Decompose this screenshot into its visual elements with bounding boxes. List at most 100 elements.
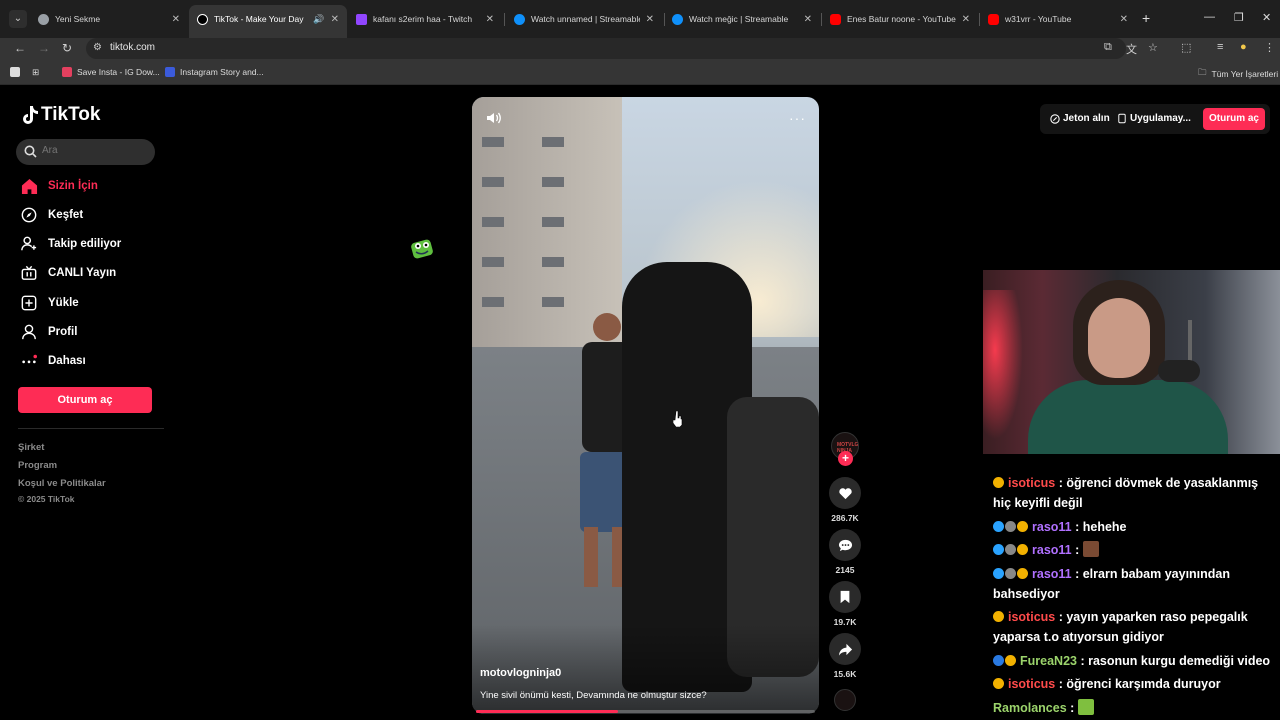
bookmark-instagram-story[interactable]: Instagram Story and...	[165, 67, 264, 77]
chat-badges	[993, 651, 1017, 671]
chat-badge-icon	[1017, 544, 1028, 555]
tab-streamable-1[interactable]: Watch unnamed | Streamable ✕	[506, 6, 662, 32]
chat-text: yaparsa t.o atıyorsun gidiyor	[993, 630, 1164, 644]
close-window-button[interactable]: ✕	[1262, 11, 1271, 24]
sidebar-item-following[interactable]: Takip ediliyor	[20, 235, 121, 253]
close-tab-icon[interactable]: ✕	[646, 14, 654, 25]
video-more-options-icon[interactable]: ···	[789, 110, 806, 126]
chat-badges	[993, 540, 1029, 560]
site-info-icon[interactable]: ⚙	[93, 42, 102, 53]
tab-youtube-1[interactable]: Enes Batur noone - YouTube ✕	[822, 6, 978, 32]
chat-badge-icon	[993, 611, 1004, 622]
close-tab-icon[interactable]: ✕	[331, 14, 339, 25]
chat-username[interactable]: isoticus	[1008, 677, 1055, 691]
sidebar-item-profile[interactable]: Profil	[20, 323, 77, 341]
all-bookmarks[interactable]: 🗀 Tüm Yer İşaretleri	[1198, 67, 1278, 81]
bookmark-star-icon[interactable]: ☆	[1148, 41, 1158, 54]
stream-chat: isoticus : öğrenci dövmek de yasaklanmış…	[983, 476, 1280, 720]
chat-username[interactable]: raso11	[1032, 567, 1072, 581]
extensions-icon[interactable]: ⬚	[1181, 41, 1191, 54]
sidebar-item-more[interactable]: Dahası	[20, 352, 86, 370]
chat-emote-icon	[1082, 541, 1099, 557]
chat-badge-icon	[1005, 521, 1016, 532]
chat-username[interactable]: Ramolances	[993, 701, 1067, 715]
close-tab-icon[interactable]: ✕	[172, 14, 180, 25]
browser-menu-icon[interactable]: ⋮	[1264, 41, 1275, 54]
like-button[interactable]	[829, 477, 861, 509]
sidebar-item-live[interactable]: CANLI Yayın	[20, 264, 116, 282]
chat-separator: :	[1055, 610, 1067, 624]
translate-icon[interactable]: 文	[1126, 41, 1137, 57]
tab-twitch[interactable]: kafanı s2erim haa - Twitch ✕	[348, 6, 502, 32]
restore-button[interactable]: ❐	[1234, 11, 1244, 24]
save-button[interactable]	[829, 581, 861, 613]
bookmark-save-insta[interactable]: Save Insta - IG Dow...	[62, 67, 160, 77]
streamer-webcam	[983, 270, 1280, 454]
close-tab-icon[interactable]: ✕	[804, 14, 812, 25]
streamable-icon	[672, 13, 683, 25]
reload-button[interactable]: ↻	[62, 41, 72, 55]
sidebar-item-upload[interactable]: Yükle	[20, 294, 79, 312]
speaker-icon[interactable]: 🔊	[313, 14, 324, 25]
tab-search-button[interactable]: ⌄	[9, 10, 27, 28]
music-disc-icon[interactable]	[834, 689, 856, 711]
chat-text: öğrenci karşımda duruyor	[1066, 677, 1221, 691]
media-control-icon[interactable]: ≡	[1217, 41, 1223, 53]
volume-icon[interactable]	[486, 110, 502, 126]
chat-message: raso11 :	[993, 540, 1280, 560]
new-tab-button[interactable]: +	[1142, 10, 1150, 26]
tab-new-tab[interactable]: Yeni Sekme ✕	[30, 6, 188, 32]
chat-username[interactable]: isoticus	[1008, 476, 1055, 490]
comment-button[interactable]	[829, 529, 861, 561]
youtube-icon	[988, 13, 999, 25]
profile-avatar-icon[interactable]: ●	[1240, 41, 1247, 53]
tiktok-logo[interactable]: TikTok	[21, 104, 100, 126]
login-button-top[interactable]: Oturum aç	[1203, 108, 1265, 130]
coin-icon	[1050, 113, 1060, 124]
chat-username[interactable]: raso11	[1032, 543, 1072, 557]
chat-message: isoticus : yayın yaparken raso pepegalık	[993, 607, 1280, 627]
apps-icon[interactable]	[10, 67, 20, 77]
video-player[interactable]	[472, 97, 819, 714]
chat-username[interactable]: raso11	[1032, 520, 1072, 534]
tab-streamable-2[interactable]: Watch meğic | Streamable ✕	[664, 6, 820, 32]
search-box[interactable]	[16, 139, 155, 165]
tab-tiktok[interactable]: TikTok - Make Your Day 🔊 ✕	[189, 5, 347, 38]
comment-icon	[838, 539, 852, 551]
video-author[interactable]: motovlogninja0	[480, 667, 561, 679]
grid-icon[interactable]: ⊞	[32, 67, 39, 78]
search-input[interactable]	[42, 145, 142, 156]
chat-badge-icon	[993, 477, 1004, 488]
tab-youtube-2[interactable]: w31vrr - YouTube ✕	[980, 6, 1136, 32]
footer-link-program[interactable]: Program	[18, 460, 57, 471]
close-tab-icon[interactable]: ✕	[486, 14, 494, 25]
chat-badge-icon	[1017, 521, 1028, 532]
follow-button[interactable]: +	[838, 451, 853, 466]
save-insta-icon	[62, 67, 72, 77]
get-app-link[interactable]: Uygulamay...	[1118, 113, 1191, 124]
chat-username[interactable]: isoticus	[1008, 610, 1055, 624]
folder-icon: 🗀	[1198, 67, 1207, 77]
close-tab-icon[interactable]: ✕	[962, 14, 970, 25]
minimize-button[interactable]: —	[1204, 11, 1215, 23]
url-text[interactable]: tiktok.com	[110, 42, 155, 53]
footer-link-company[interactable]: Şirket	[18, 442, 44, 453]
chat-separator: :	[1071, 567, 1083, 581]
get-coins-link[interactable]: Jeton alın	[1050, 113, 1110, 124]
chat-message: Ramolances :	[993, 698, 1280, 718]
heart-icon	[838, 487, 852, 499]
sidebar-item-for-you[interactable]: Sizin İçin	[20, 177, 98, 195]
close-tab-icon[interactable]: ✕	[1120, 14, 1128, 25]
login-button-sidebar[interactable]: Oturum aç	[18, 387, 152, 413]
share-button[interactable]	[829, 633, 861, 665]
forward-button[interactable]: →	[38, 41, 50, 55]
back-button[interactable]: ←	[14, 41, 26, 55]
sidebar-item-explore[interactable]: Keşfet	[20, 206, 83, 224]
chat-badge-icon	[993, 568, 1004, 579]
chat-username[interactable]: FureaN23	[1020, 654, 1077, 668]
tab-separator	[504, 13, 505, 26]
video-progress-bar[interactable]	[476, 710, 815, 713]
address-bar[interactable]	[86, 38, 1126, 59]
install-app-icon[interactable]: ⧉	[1104, 41, 1112, 54]
footer-link-terms[interactable]: Koşul ve Politikalar	[18, 478, 106, 489]
